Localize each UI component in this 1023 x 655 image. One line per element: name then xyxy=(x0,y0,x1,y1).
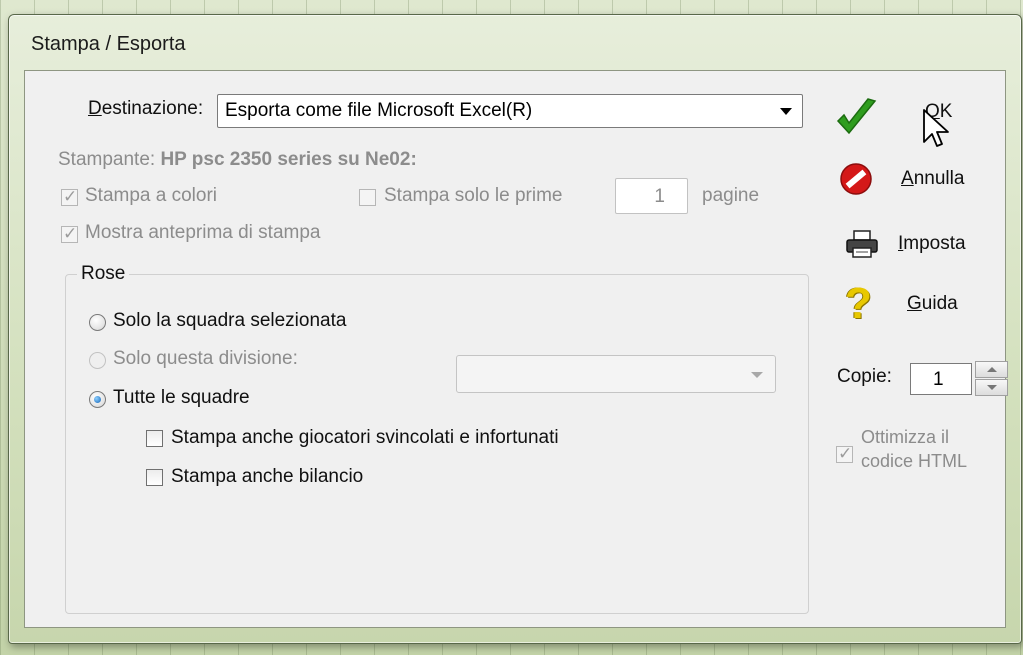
spin-down-button[interactable] xyxy=(975,379,1008,396)
budget-checkbox[interactable] xyxy=(146,469,163,486)
first-pages-label: Stampa solo le prime xyxy=(384,185,563,206)
arrow-up-icon xyxy=(987,367,997,372)
optimize-html-line1: Ottimizza il xyxy=(861,427,950,447)
free-injured-label: Stampa anche giocatori svincolati e info… xyxy=(171,427,559,448)
question-mark-icon: ? xyxy=(845,279,872,328)
division-select[interactable] xyxy=(456,355,776,393)
free-injured-checkbox[interactable] xyxy=(146,430,163,447)
first-pages-count-value: 1 xyxy=(654,186,665,207)
mouse-pointer-icon xyxy=(923,109,949,147)
budget-label: Stampa anche bilancio xyxy=(171,466,364,487)
destination-select[interactable]: Esporta come file Microsoft Excel(R) xyxy=(217,94,803,128)
cancel-button[interactable]: Annulla xyxy=(835,160,995,200)
help-button[interactable]: ? Guida xyxy=(835,279,995,328)
checkmark-icon: ✓ xyxy=(838,444,853,463)
help-label: Guida xyxy=(907,293,958,314)
copies-input[interactable]: 1 xyxy=(910,363,972,395)
pages-suffix-label: pagine xyxy=(702,185,760,206)
spin-up-button[interactable] xyxy=(975,361,1008,378)
no-entry-icon xyxy=(840,163,872,195)
print-export-dialog: Stampa / Esporta Destinazione: Esporta c… xyxy=(8,14,1022,644)
chevron-down-icon xyxy=(780,108,792,115)
preview-label: Mostra anteprima di stampa xyxy=(85,222,321,243)
chevron-down-icon xyxy=(751,372,763,378)
dialog-client-area: Destinazione: Esporta come file Microsof… xyxy=(24,70,1008,628)
color-print-label: Stampa a colori xyxy=(85,185,218,206)
optimize-html-checkbox[interactable]: ✓ xyxy=(836,444,853,463)
destination-label: Destinazione: xyxy=(88,98,204,119)
radio-this-division-label: Solo questa divisione: xyxy=(113,348,298,369)
radio-all-teams[interactable] xyxy=(89,391,106,408)
radio-selected-team[interactable] xyxy=(89,314,106,331)
ok-button[interactable]: OK xyxy=(835,97,985,137)
copies-value: 1 xyxy=(933,369,944,390)
destination-value: Esporta come file Microsoft Excel(R) xyxy=(225,100,533,121)
preview-checkbox[interactable]: ✓ xyxy=(61,224,78,243)
radio-all-teams-label: Tutte le squadre xyxy=(113,387,250,408)
copies-spinner[interactable] xyxy=(975,361,1008,397)
checkmark-icon: ✓ xyxy=(63,187,78,206)
rose-group-title: Rose xyxy=(77,263,130,285)
printer-name: HP psc 2350 series su Ne02: xyxy=(160,149,417,170)
checkmark-icon: ✓ xyxy=(63,224,78,243)
first-pages-count-input[interactable]: 1 xyxy=(615,178,688,214)
optimize-html-line2: codice HTML xyxy=(861,451,968,471)
setup-button[interactable]: Imposta xyxy=(835,225,995,265)
printer-label: Stampante: HP psc 2350 series su Ne02: xyxy=(58,149,417,170)
window-title: Stampa / Esporta xyxy=(31,33,186,55)
printer-icon xyxy=(846,230,878,258)
title-bar[interactable]: Stampa / Esporta xyxy=(9,15,1021,69)
cancel-label: Annulla xyxy=(901,168,965,189)
arrow-down-icon xyxy=(987,385,997,390)
first-pages-checkbox[interactable] xyxy=(359,189,376,206)
setup-label: Imposta xyxy=(898,233,966,254)
radio-this-division[interactable] xyxy=(89,352,106,369)
radio-dot xyxy=(94,396,101,403)
color-print-checkbox[interactable]: ✓ xyxy=(61,187,78,206)
copies-label: Copie: xyxy=(837,366,892,387)
checkmark-icon xyxy=(836,98,877,135)
radio-selected-team-label: Solo la squadra selezionata xyxy=(113,310,347,331)
